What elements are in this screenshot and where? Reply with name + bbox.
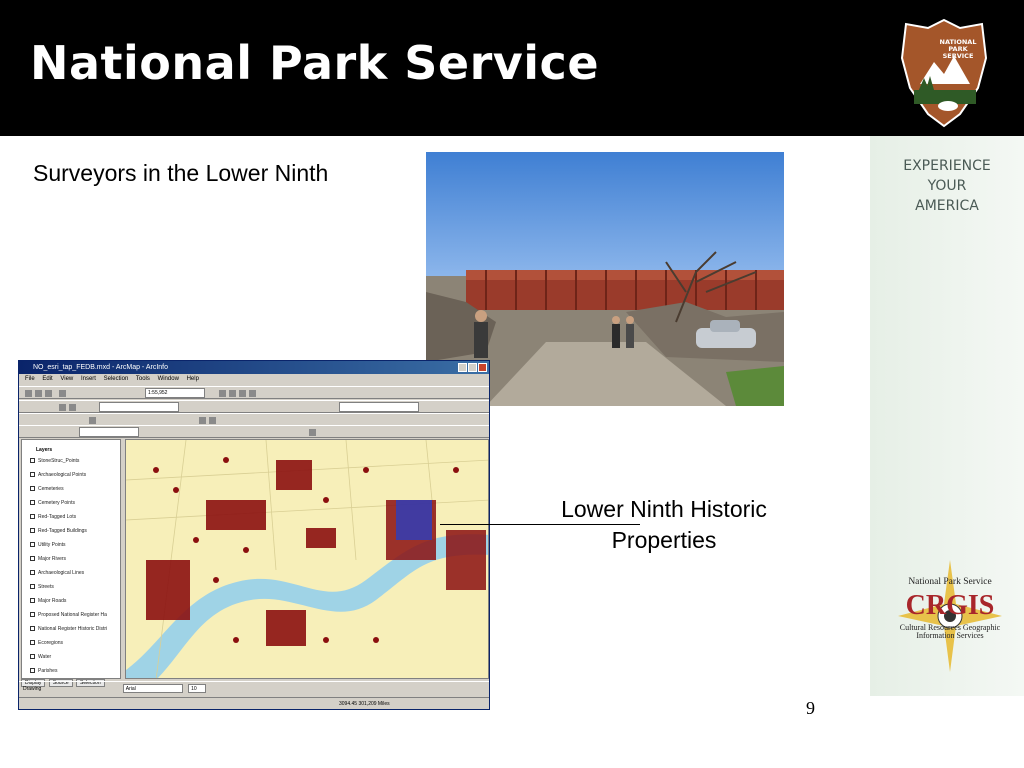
layer-item[interactable]: Parishes — [30, 668, 57, 674]
page-number: 9 — [806, 698, 815, 718]
layer-checkbox[interactable] — [30, 612, 35, 618]
layer-item[interactable]: Archaeological Lines — [30, 570, 84, 576]
layer-checkbox[interactable] — [30, 668, 35, 674]
sidebar-panel: EXPERIENCE YOUR AMERICA National Park Se… — [870, 136, 1024, 696]
layer-item[interactable]: Cemeteries — [30, 486, 64, 492]
edit-tool-icon[interactable] — [59, 404, 66, 411]
layer-item[interactable]: Ecoregions — [30, 640, 63, 646]
arcmap-window: NO_esri_tap_FEDB.mxd - ArcMap - ArcInfo … — [18, 360, 490, 710]
header-band: National Park Service NATIONAL PARK SERV… — [0, 0, 1024, 136]
drawing-menu[interactable]: Drawing — [23, 686, 41, 692]
new-icon[interactable] — [25, 390, 32, 397]
menu-edit[interactable]: Edit — [42, 376, 52, 382]
layer-checkbox[interactable] — [30, 458, 35, 464]
tagline-line: EXPERIENCE — [903, 158, 991, 174]
layer-checkbox[interactable] — [30, 542, 35, 548]
layer-checkbox[interactable] — [30, 528, 35, 534]
layer-checkbox[interactable] — [30, 598, 35, 604]
layer-item[interactable]: Major Roads — [30, 598, 66, 604]
layer-checkbox[interactable] — [30, 472, 35, 478]
layer-item[interactable]: Streets — [30, 584, 54, 590]
map-canvas — [126, 440, 488, 678]
header-title: National Park Service — [30, 36, 600, 90]
zoom-out-icon[interactable] — [229, 390, 236, 397]
layer-item[interactable]: Utility Points — [30, 542, 66, 548]
close-button[interactable] — [478, 363, 487, 372]
slide-heading: Surveyors in the Lower Ninth — [33, 160, 329, 186]
layer-item[interactable]: StoneStruc_Points — [30, 458, 79, 464]
layer-checkbox[interactable] — [30, 486, 35, 492]
nps-arrowhead-logo: NATIONAL PARK SERVICE — [900, 18, 988, 128]
map-view[interactable] — [125, 439, 489, 679]
layer-item[interactable]: Red-Tagged Lots — [30, 514, 76, 520]
font-size-select[interactable]: 10 — [188, 684, 207, 694]
callout-line-1: Lower Ninth Historic — [561, 496, 767, 522]
layer-item[interactable]: Red-Tagged Buildings — [30, 528, 87, 534]
window-controls — [458, 363, 487, 372]
open-icon[interactable] — [35, 390, 42, 397]
sketch-icon[interactable] — [69, 404, 76, 411]
menu-window[interactable]: Window — [158, 376, 179, 382]
crgis-name: CRGIS — [906, 590, 995, 621]
layers-title: Layers — [36, 447, 53, 453]
menu-tools[interactable]: Tools — [136, 376, 150, 382]
tagline: EXPERIENCE YOUR AMERICA — [870, 156, 1024, 216]
standard-toolbar: 1:55,952 — [19, 386, 489, 399]
menu-insert[interactable]: Insert — [81, 376, 96, 382]
tagline-line: AMERICA — [915, 198, 979, 214]
menu-view[interactable]: View — [60, 376, 73, 382]
maximize-button[interactable] — [468, 363, 477, 372]
layer-checkbox[interactable] — [30, 626, 35, 632]
menu-file[interactable]: File — [25, 376, 35, 382]
identify-icon[interactable] — [249, 390, 256, 397]
status-bar: 3094.45 301,209 Miles — [19, 697, 489, 709]
callout-label: Lower Ninth Historic Properties — [540, 494, 788, 556]
scale-box[interactable]: 1:55,952 — [145, 388, 205, 398]
layer-checkbox[interactable] — [30, 556, 35, 562]
layer-item[interactable]: Proposed National Register Ha — [30, 612, 107, 618]
layer-checkbox[interactable] — [30, 640, 35, 646]
select-features-icon[interactable] — [209, 417, 216, 424]
zoom-in-icon[interactable] — [219, 390, 226, 397]
callout-line-2: Properties — [611, 527, 717, 553]
layer-checkbox[interactable] — [30, 654, 35, 660]
print-icon[interactable] — [59, 390, 66, 397]
layer-checkbox[interactable] — [30, 570, 35, 576]
tagline-line: YOUR — [927, 178, 967, 194]
minimize-button[interactable] — [458, 363, 467, 372]
layer-item[interactable]: National Register Historic Distri — [30, 626, 107, 632]
layer-item[interactable]: Cemetery Points — [30, 500, 75, 506]
layer-item[interactable]: Archaeological Points — [30, 472, 86, 478]
table-of-contents: Layers StoneStruc_Points Archaeological … — [21, 439, 121, 679]
arcmap-titlebar: NO_esri_tap_FEDB.mxd - ArcMap - ArcInfo — [19, 361, 489, 374]
layer-item[interactable]: Water — [30, 654, 51, 660]
menu-help[interactable]: Help — [187, 376, 199, 382]
crgis-sub2: Information Services — [916, 631, 983, 640]
georeferencing-toolbar — [19, 425, 489, 438]
layer-item[interactable]: Major Rivers — [30, 556, 66, 562]
layer-checkbox[interactable] — [30, 584, 35, 590]
pan-icon[interactable] — [239, 390, 246, 397]
font-select[interactable]: Arial — [122, 684, 183, 694]
georef-layer-select[interactable] — [79, 427, 139, 437]
svg-text:SERVICE: SERVICE — [943, 52, 974, 60]
arcmap-menubar: File Edit View Insert Selection Tools Wi… — [19, 374, 489, 385]
save-icon[interactable] — [45, 390, 52, 397]
drawing-toolbar: Drawing Arial 10 — [19, 681, 489, 695]
menu-selection[interactable]: Selection — [104, 376, 129, 382]
layer-checkbox[interactable] — [30, 514, 35, 520]
crgis-logo: National Park Service CRGIS Cultural Res… — [898, 560, 1002, 672]
layer-checkbox[interactable] — [30, 500, 35, 506]
lower-ninth-highlight — [396, 500, 432, 540]
crgis-top-text: National Park Service — [908, 577, 991, 587]
target-layer-select[interactable] — [99, 402, 179, 412]
editor-toolbar — [19, 400, 489, 413]
adjust-icon[interactable] — [89, 417, 96, 424]
fit-icon[interactable] — [309, 429, 316, 436]
measure-icon[interactable] — [199, 417, 206, 424]
layer-select[interactable] — [339, 402, 419, 412]
